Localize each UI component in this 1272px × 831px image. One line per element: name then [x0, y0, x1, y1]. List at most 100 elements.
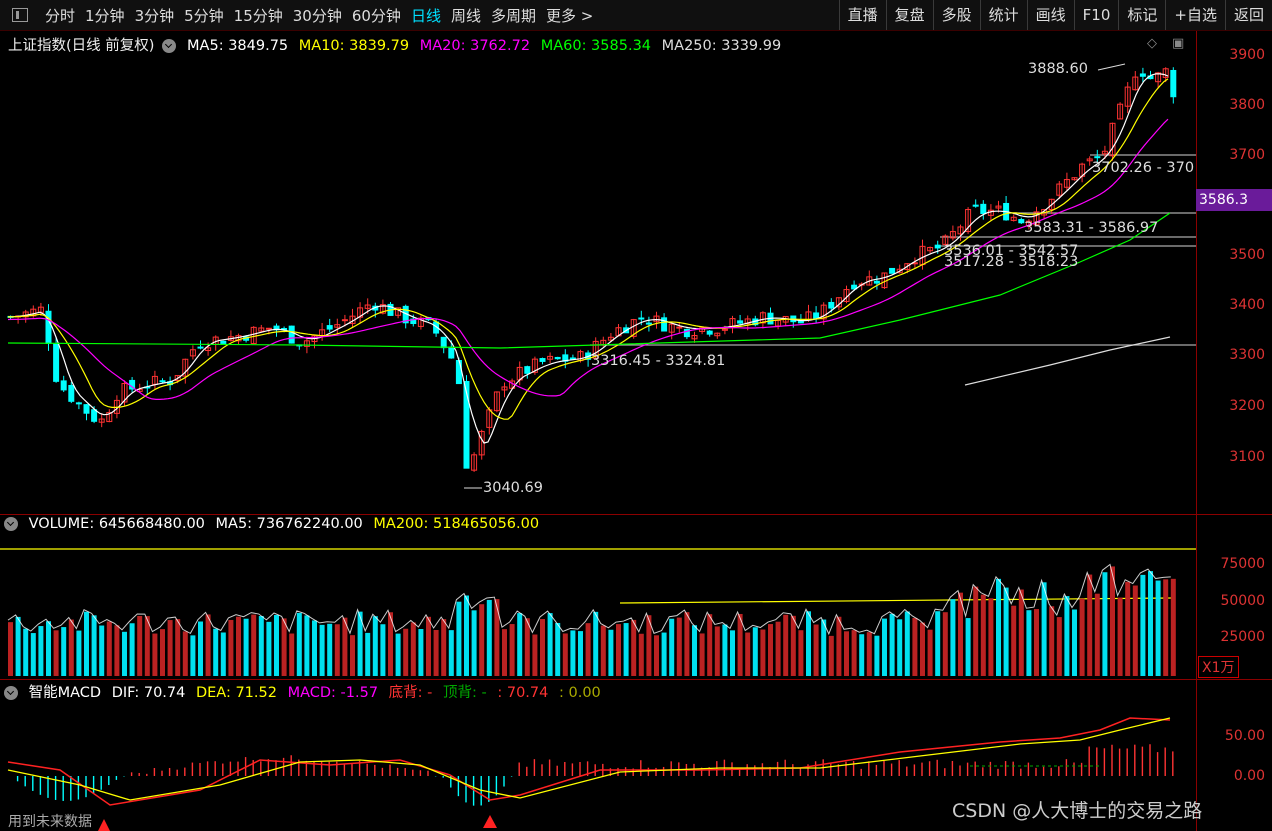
volume-bar — [243, 618, 249, 676]
volume-menu-icon[interactable] — [4, 517, 18, 531]
volume-bar — [410, 622, 416, 676]
volume-bar — [1155, 580, 1161, 676]
volume-bar — [304, 615, 310, 676]
candle — [1139, 73, 1146, 77]
current-price-tag: 3586.3 — [1196, 189, 1272, 211]
volume-bar — [1087, 574, 1093, 676]
volume-bar — [319, 624, 325, 676]
volume-bar — [433, 629, 439, 676]
volume-bar — [68, 619, 74, 676]
volume-bar — [722, 624, 728, 676]
volume-bar — [1140, 574, 1146, 676]
ma250-label: MA250: 3339.99 — [661, 38, 782, 54]
volume-bar — [1026, 610, 1032, 676]
y-tick: 75000 — [1220, 556, 1265, 572]
indicator-menu-icon[interactable] — [162, 39, 177, 53]
volume-bar — [334, 624, 340, 676]
volume-bar — [866, 632, 872, 676]
y-tick: 0.00 — [1233, 768, 1265, 784]
volume-bar — [486, 599, 492, 676]
volume-bar — [1064, 596, 1070, 676]
volume-bar — [813, 624, 819, 676]
volume-bar — [91, 615, 97, 676]
low-label: 3040.69 — [483, 480, 543, 496]
candle — [448, 346, 455, 359]
buy-arrow-icon — [98, 819, 110, 831]
volume-bar — [137, 615, 143, 676]
volume-bar — [608, 629, 614, 676]
volume-bar — [730, 630, 735, 676]
candle — [197, 346, 204, 349]
candle — [45, 310, 52, 345]
volume-bar — [30, 633, 36, 676]
macd-dif-line — [7, 717, 1171, 806]
high-label: 3888.60 — [1028, 61, 1088, 77]
volume-bar — [806, 611, 811, 676]
kline-chart[interactable] — [0, 0, 1272, 831]
volume-ma5-label: MA5: 736762240.00 — [215, 516, 363, 532]
candle — [440, 336, 447, 349]
macd-label: MACD: -1.57 — [287, 685, 379, 701]
volume-bar — [684, 612, 690, 676]
volume-bar — [790, 615, 796, 676]
macd-val1: : 70.74 — [497, 685, 549, 701]
volume-bar — [1132, 585, 1138, 676]
volume-bar — [1041, 582, 1047, 676]
volume-bar — [1003, 587, 1009, 676]
macd-menu-icon[interactable] — [4, 686, 18, 700]
volume-bar — [281, 618, 287, 676]
volume-bar — [61, 627, 67, 676]
candle — [68, 385, 75, 402]
volume-bar — [1018, 589, 1024, 676]
volume-bar — [258, 616, 264, 676]
y-tick: 3800 — [1229, 97, 1265, 113]
volume-bar — [114, 625, 120, 676]
candle — [737, 320, 744, 324]
candle — [83, 404, 90, 414]
candle — [524, 366, 531, 374]
volume-bar — [152, 633, 158, 676]
window-icon[interactable]: ▣ — [1172, 36, 1184, 51]
candle — [539, 358, 546, 362]
volume-bar — [502, 629, 507, 676]
volume-bar — [555, 622, 561, 676]
volume-bar — [8, 622, 13, 676]
volume-bar — [395, 633, 401, 676]
volume-bar — [46, 621, 51, 676]
volume-bar — [570, 630, 576, 676]
volume-bar — [190, 635, 196, 676]
candle — [91, 409, 98, 422]
volume-bar — [950, 599, 956, 676]
volume-bar — [448, 630, 454, 676]
diamond-icon[interactable]: ◇ — [1147, 36, 1157, 51]
volume-bar — [266, 621, 272, 676]
volume-bar — [106, 621, 112, 676]
y-tick: 25000 — [1220, 629, 1265, 645]
volume-bar — [942, 612, 948, 676]
volume-bar — [882, 618, 887, 676]
volume-bar — [661, 632, 667, 676]
volume-bar — [783, 614, 789, 676]
volume-bar — [426, 616, 431, 676]
volume-bar — [129, 623, 135, 676]
pane-divider — [0, 514, 1272, 515]
volume-bar — [220, 632, 226, 676]
price-y-axis: 3900 3800 3700 3500 3400 3300 3200 3100 — [1196, 31, 1272, 514]
volume-bar — [578, 631, 583, 676]
volume-bar — [1049, 606, 1055, 676]
candle — [934, 244, 941, 249]
macd-pane-header: 智能MACD DIF: 70.74 DEA: 71.52 MACD: -1.57… — [4, 681, 607, 702]
volume-bar — [1056, 617, 1062, 676]
candle — [220, 340, 227, 344]
volume-unit: X1万 — [1198, 656, 1239, 678]
volume-bar — [53, 630, 59, 676]
volume-bar — [699, 633, 705, 676]
macd-dea-line — [7, 717, 1171, 801]
watermark: CSDN @人大博士的交易之路 — [952, 800, 1203, 822]
volume-bar — [935, 611, 941, 676]
candle — [75, 402, 82, 405]
volume-bar — [920, 622, 925, 676]
ma20-label: MA20: 3762.72 — [419, 38, 531, 54]
buy-arrow-icon — [483, 815, 497, 828]
volume-bar — [562, 633, 568, 676]
